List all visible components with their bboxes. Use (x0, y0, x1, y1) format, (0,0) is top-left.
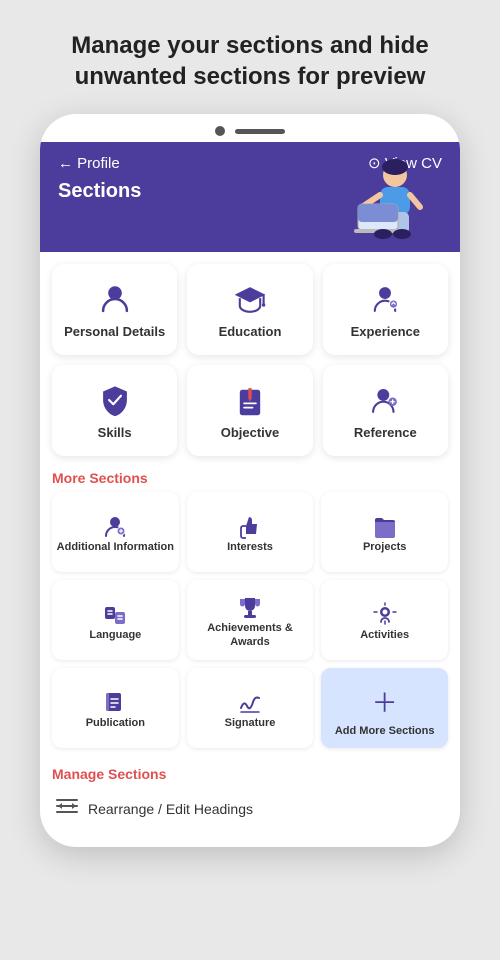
skills-label: Skills (98, 425, 132, 442)
objective-label: Objective (221, 425, 280, 442)
section-card-additional-information[interactable]: Additional Information (52, 492, 179, 572)
page-title: Manage your sections and hide unwanted s… (40, 30, 460, 92)
activities-label: Activities (360, 628, 409, 642)
section-card-reference[interactable]: Reference (323, 365, 448, 456)
signature-label: Signature (225, 716, 276, 730)
section-card-achievements-awards[interactable]: Achievements & Awards (187, 580, 314, 660)
section-card-activities[interactable]: Activities (321, 580, 448, 660)
section-card-personal-details[interactable]: Personal Details (52, 264, 177, 355)
rearrange-icon (56, 798, 78, 819)
add-more-sections-label: Add More Sections (335, 724, 435, 738)
nav-back[interactable]: ← Profile (58, 155, 120, 172)
phone-camera (215, 126, 225, 136)
language-icon (102, 602, 128, 628)
projects-label: Projects (363, 540, 406, 554)
section-card-objective[interactable]: Objective (187, 365, 312, 456)
shield-icon (98, 383, 132, 417)
personal-details-label: Personal Details (64, 324, 165, 341)
experience-icon (368, 282, 402, 316)
section-card-experience[interactable]: Experience (323, 264, 448, 355)
section-card-signature[interactable]: Signature (187, 668, 314, 748)
objective-icon (233, 383, 267, 417)
more-sections-grid: Additional Information Interests (52, 492, 448, 756)
plus-icon: ＋ (372, 683, 398, 720)
page-container: Manage your sections and hide unwanted s… (40, 30, 460, 847)
section-card-projects[interactable]: Projects (321, 492, 448, 572)
section-card-interests[interactable]: Interests (187, 492, 314, 572)
additional-info-icon (102, 514, 128, 540)
section-card-education[interactable]: Education (187, 264, 312, 355)
section-card-publication[interactable]: Publication (52, 668, 179, 748)
manage-sections-title: Manage Sections (52, 756, 448, 790)
phone-content: Personal Details Education (40, 252, 460, 827)
interests-label: Interests (227, 540, 273, 554)
character-illustration (340, 157, 430, 252)
achievements-awards-label: Achievements & Awards (191, 621, 310, 650)
trophy-icon (237, 595, 263, 621)
phone-top-bar (40, 114, 460, 142)
thumb-up-icon (237, 514, 263, 540)
rearrange-label: Rearrange / Edit Headings (88, 801, 253, 817)
phone-speaker (235, 129, 285, 134)
language-label: Language (89, 628, 141, 642)
rearrange-row[interactable]: Rearrange / Edit Headings (52, 790, 448, 827)
reference-label: Reference (354, 425, 417, 442)
primary-sections-grid: Personal Details Education (52, 252, 448, 464)
more-sections-title: More Sections (52, 464, 448, 492)
publication-label: Publication (86, 716, 145, 730)
phone-mockup: ← Profile ⊙ View CV Sections (40, 114, 460, 847)
graduation-icon (233, 282, 267, 316)
folder-icon (372, 514, 398, 540)
back-button[interactable]: ← Profile (58, 155, 120, 172)
section-card-skills[interactable]: Skills (52, 365, 177, 456)
activities-icon (372, 602, 398, 628)
additional-info-label: Additional Information (57, 540, 174, 554)
person-icon (98, 282, 132, 316)
phone-header: ← Profile ⊙ View CV Sections (40, 142, 460, 252)
section-card-language[interactable]: Language (52, 580, 179, 660)
experience-label: Experience (351, 324, 420, 341)
reference-icon (368, 383, 402, 417)
education-label: Education (219, 324, 282, 341)
signature-icon (237, 690, 263, 716)
book-icon (102, 690, 128, 716)
section-card-add-more-sections[interactable]: ＋ Add More Sections (321, 668, 448, 748)
